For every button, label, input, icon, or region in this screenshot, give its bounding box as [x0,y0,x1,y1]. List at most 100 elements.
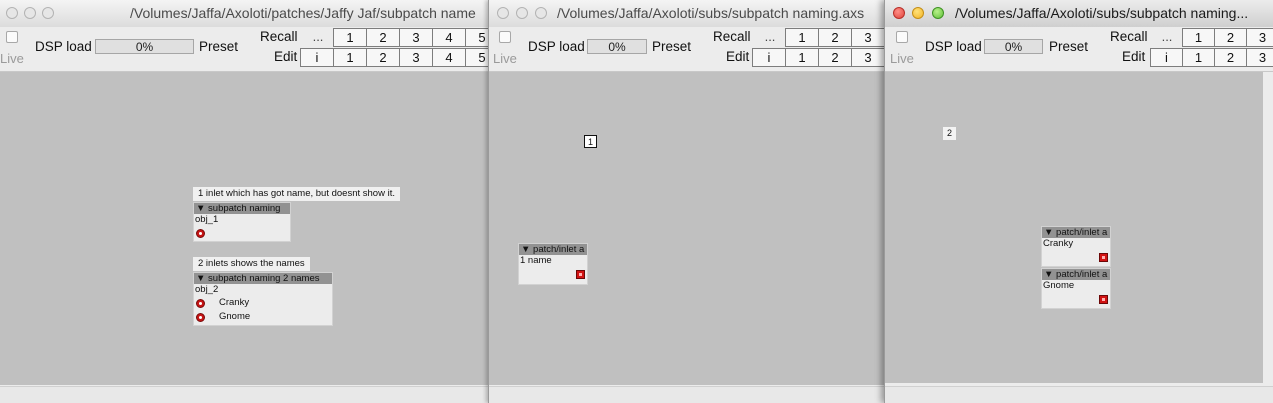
recall-preset-button[interactable]: 3 [851,28,885,47]
inlet-object[interactable]: ▼ patch/inlet a Cranky [1041,226,1111,267]
live-checkbox[interactable] [896,31,908,43]
window-title: /Volumes/Jaffa/Axoloti/subs/subpatch nam… [557,5,865,21]
edit-preset-button[interactable]: 1 [1182,48,1215,67]
recall-preset-button[interactable]: 1 [333,28,367,47]
object-header[interactable]: ▼ subpatch naming [194,203,290,214]
outlet-jack-icon[interactable] [1099,295,1108,304]
live-label: Live [890,51,914,66]
edit-preset-button[interactable]: 5 [465,48,490,67]
inlet-index-box[interactable]: 1 [584,135,597,148]
object-header[interactable]: ▼ subpatch naming 2 names [194,273,332,284]
patch-canvas[interactable]: 1 ▼ patch/inlet a 1 name [489,72,888,385]
edit-info-button[interactable]: i [752,48,786,67]
close-icon[interactable] [497,7,509,19]
minimize-icon[interactable] [516,7,528,19]
object-instance-name[interactable]: 1 name [519,255,587,267]
edit-preset-button[interactable]: 3 [851,48,885,67]
edit-preset-button[interactable]: 1 [333,48,367,67]
object-header[interactable]: ▼ patch/inlet a [1042,269,1110,280]
edit-preset-button[interactable]: 2 [1214,48,1247,67]
inlet-label: Cranky [219,297,250,308]
recall-more-button[interactable]: ... [1152,28,1182,47]
object-instance-name[interactable]: Gnome [1042,280,1110,292]
recall-preset-button[interactable]: 3 [399,28,433,47]
live-checkbox[interactable] [6,31,18,43]
inlet-row: Cranky [194,296,332,310]
recall-more-button[interactable]: ... [755,28,785,47]
status-bar [0,386,490,403]
inlet-row [194,226,290,240]
recall-preset-button[interactable]: 5 [465,28,490,47]
edit-preset-button[interactable]: 1 [785,48,819,67]
toolbar: Live DSP load 0% Preset Recall Edit ... … [885,27,1273,72]
close-icon[interactable] [893,7,905,19]
recall-preset-button[interactable]: 2 [366,28,400,47]
close-icon[interactable] [6,7,18,19]
comment[interactable]: 1 inlet which has got name, but doesnt s… [193,187,400,201]
recall-preset-button[interactable]: 4 [432,28,466,47]
edit-preset-button[interactable]: 2 [366,48,400,67]
edit-preset-button[interactable]: 4 [432,48,466,67]
edit-preset-button[interactable]: 2 [818,48,852,67]
inlet-jack-icon[interactable] [196,229,205,238]
zoom-icon[interactable] [535,7,547,19]
minimize-icon[interactable] [24,7,36,19]
toolbar: Live DSP load 0% Preset Recall Edit ... … [489,27,888,72]
live-checkbox[interactable] [499,31,511,43]
outlet-jack-icon[interactable] [1099,253,1108,262]
recall-preset-button[interactable]: 3 [1246,28,1273,47]
inlet-jack-icon[interactable] [196,313,205,322]
recall-label: Recall [713,29,751,44]
status-bar [885,386,1273,403]
preset-label: Preset [652,39,692,54]
patch-canvas[interactable]: 2 ▼ patch/inlet a Cranky ▼ patch/inlet a… [885,72,1263,383]
dsp-load-label: DSP load [35,39,92,54]
recall-more-button[interactable]: ... [303,28,333,47]
comment[interactable]: 2 inlets shows the names [193,257,310,271]
window-title: /Volumes/Jaffa/Axoloti/patches/Jaffy Jaf… [130,5,476,21]
edit-label: Edit [1122,49,1146,64]
dsp-load-label: DSP load [528,39,585,54]
inlet-index-box[interactable]: 2 [943,127,956,140]
subpatch-object[interactable]: ▼ subpatch naming 2 names obj_2 Cranky G… [193,272,333,326]
title-bar[interactable]: /Volumes/Jaffa/Axoloti/patches/Jaffy Jaf… [0,0,490,28]
edit-label: Edit [726,49,750,64]
recall-preset-button[interactable]: 1 [785,28,819,47]
recall-preset-button[interactable]: 2 [818,28,852,47]
recall-preset-button[interactable]: 2 [1214,28,1247,47]
recall-label: Recall [1110,29,1148,44]
recall-preset-button[interactable]: 1 [1182,28,1215,47]
dsp-load-meter: 0% [587,39,647,54]
object-instance-name[interactable]: Cranky [1042,238,1110,250]
inlet-jack-icon[interactable] [196,299,205,308]
zoom-icon[interactable] [932,7,944,19]
title-bar[interactable]: /Volumes/Jaffa/Axoloti/subs/subpatch nam… [885,0,1273,28]
minimize-icon[interactable] [912,7,924,19]
subpatch-object[interactable]: ▼ subpatch naming obj_1 [193,202,291,242]
edit-info-button[interactable]: i [300,48,334,67]
window-title: /Volumes/Jaffa/Axoloti/subs/subpatch nam… [955,5,1249,21]
preset-label: Preset [1049,39,1089,54]
edit-preset-button[interactable]: 3 [1246,48,1273,67]
patch-window-2: /Volumes/Jaffa/Axoloti/subs/subpatch nam… [488,0,888,403]
edit-info-button[interactable]: i [1150,48,1183,67]
zoom-icon[interactable] [42,7,54,19]
inlet-row: Gnome [194,310,332,324]
status-bar [489,386,888,403]
inlet-object[interactable]: ▼ patch/inlet a 1 name [518,243,588,285]
patch-window-1: /Volumes/Jaffa/Axoloti/patches/Jaffy Jaf… [0,0,490,403]
outlet-jack-icon[interactable] [576,270,585,279]
dsp-load-meter: 0% [95,39,194,54]
object-instance-name[interactable]: obj_2 [194,284,332,296]
title-bar[interactable]: /Volumes/Jaffa/Axoloti/subs/subpatch nam… [489,0,888,28]
object-header[interactable]: ▼ patch/inlet a [519,244,587,255]
object-header[interactable]: ▼ patch/inlet a [1042,227,1110,238]
object-instance-name[interactable]: obj_1 [194,214,290,226]
edit-label: Edit [274,49,298,64]
recall-label: Recall [260,29,298,44]
inlet-label: Gnome [219,311,251,322]
inlet-object[interactable]: ▼ patch/inlet a Gnome [1041,268,1111,309]
edit-preset-button[interactable]: 3 [399,48,433,67]
dsp-load-meter: 0% [984,39,1043,54]
patch-canvas[interactable]: 1 inlet which has got name, but doesnt s… [0,72,490,385]
